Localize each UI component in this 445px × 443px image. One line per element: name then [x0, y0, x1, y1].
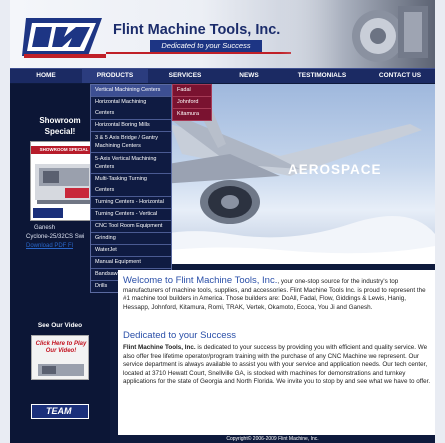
- hero-title: AEROSPACE: [288, 162, 382, 177]
- menu-5axis-vertical[interactable]: 5-Axis Vertical Machining Centers: [91, 153, 171, 174]
- main-content: Welcome to Flint Machine Tools, Inc., yo…: [118, 270, 435, 435]
- products-dropdown: Vertical Machining Centers Horizontal Ma…: [90, 84, 172, 293]
- machine-icon: [38, 364, 84, 376]
- team-label: TEAM: [46, 406, 72, 416]
- machine-photo: [280, 0, 435, 68]
- menu-turning-horizontal[interactable]: Turning Centers - Horizontal: [91, 197, 171, 209]
- page: Flint Machine Tools, Inc. Dedicated to y…: [10, 0, 435, 443]
- tagline: Dedicated to your Success: [150, 40, 262, 52]
- menu-vertical-machining[interactable]: Vertical Machining Centers: [91, 85, 171, 97]
- nav-products[interactable]: PRODUCTS: [82, 69, 148, 83]
- dedicated-company: Flint Machine Tools, Inc.: [123, 344, 196, 351]
- menu-horizontal-boring[interactable]: Horizontal Boring Mills: [91, 120, 171, 132]
- download-pdf-link[interactable]: Download PDF Fl: [26, 243, 73, 249]
- video-text: Click Here to Play Our Video!: [35, 341, 87, 354]
- nav-testimonials[interactable]: TESTIMONIALS: [288, 69, 356, 83]
- menu-grinding[interactable]: Grinding: [91, 233, 171, 245]
- welcome-section: Welcome to Flint Machine Tools, Inc., yo…: [123, 275, 433, 312]
- menu-waterjet[interactable]: WaterJet: [91, 245, 171, 257]
- vmc-submenu: Fadal Johnford Kitamura: [172, 84, 212, 121]
- flyer-logo: [33, 208, 63, 218]
- main-nav: HOME PRODUCTS SERVICES NEWS TESTIMONIALS…: [10, 68, 435, 83]
- showroom-title-text: Showroom Special!: [39, 116, 81, 136]
- dedicated-heading: Dedicated to your Success: [123, 330, 237, 341]
- menu-horizontal-machining[interactable]: Horizontal Machining Centers: [91, 97, 171, 120]
- menu-multi-tasking[interactable]: Multi-Tasking Turning Centers: [91, 174, 171, 197]
- tagline-rule: [106, 52, 291, 54]
- team-logo[interactable]: TEAM: [31, 404, 89, 419]
- menu-cnc-tool-room[interactable]: CNC Tool Room Equipment: [91, 221, 171, 233]
- video-thumbnail[interactable]: Click Here to Play Our Video!: [31, 335, 89, 380]
- nav-home[interactable]: HOME: [24, 69, 68, 83]
- menu-bridge-gantry[interactable]: 3 & 5 Axis Bridge / Gantry Machining Cen…: [91, 132, 171, 153]
- showroom-caption-model: Ganesh: [34, 225, 56, 231]
- video-title: See Our Video: [37, 322, 83, 329]
- flint-logo-icon[interactable]: [22, 14, 106, 60]
- lathe-machine-icon: [35, 164, 93, 204]
- flyer-banner: SHOWROOM SPECIAL: [31, 146, 95, 154]
- menu-turning-vertical[interactable]: Turning Centers - Vertical: [91, 209, 171, 221]
- submenu-kitamura[interactable]: Kitamura: [173, 109, 211, 120]
- company-name: Flint Machine Tools, Inc.: [113, 22, 281, 38]
- dedicated-body: Flint Machine Tools, Inc. is dedicated t…: [123, 344, 433, 387]
- submenu-johnford[interactable]: Johnford: [173, 97, 211, 109]
- nav-news[interactable]: NEWS: [230, 69, 268, 83]
- showroom-flyer[interactable]: SHOWROOM SPECIAL: [30, 141, 96, 221]
- menu-manual-equipment[interactable]: Manual Equipment: [91, 257, 171, 269]
- submenu-fadal[interactable]: Fadal: [173, 85, 211, 97]
- nav-services[interactable]: SERVICES: [160, 69, 210, 83]
- nav-contact[interactable]: CONTACT US: [370, 69, 430, 83]
- footer-copyright: Copyright© 2006-2009 Flint Machine, Inc.: [226, 436, 319, 442]
- welcome-heading: Welcome to Flint Machine Tools, Inc.: [123, 275, 278, 286]
- showroom-caption-desc: Cyclone-25/32CS Swi: [26, 234, 85, 240]
- site-header: Flint Machine Tools, Inc. Dedicated to y…: [10, 0, 435, 68]
